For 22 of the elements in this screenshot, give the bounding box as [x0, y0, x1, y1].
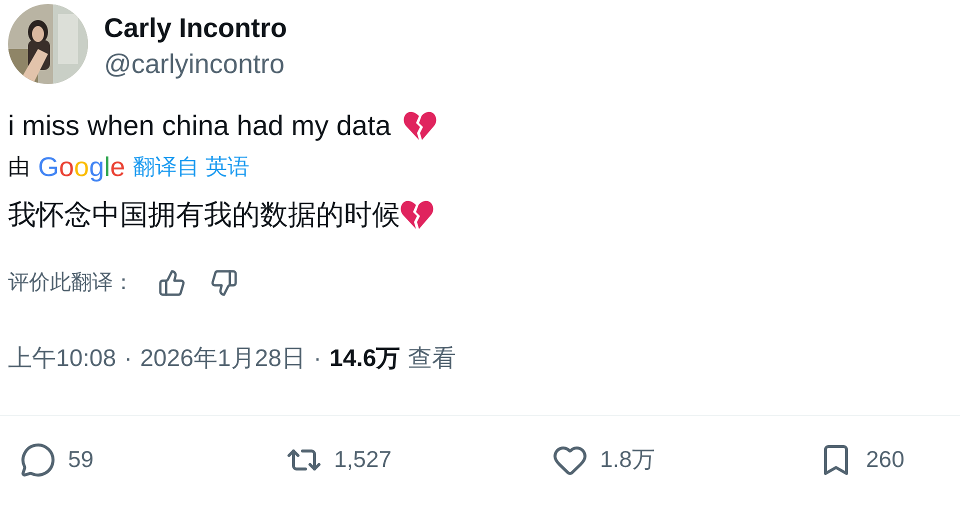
separator-dot: · — [314, 344, 322, 374]
translated-text: 我怀念中国拥有我的数据的时候 — [8, 198, 400, 232]
bookmark-count: 260 — [866, 445, 904, 474]
translation-by-label: 由 — [8, 153, 30, 181]
broken-heart-icon — [402, 110, 437, 142]
author-handle[interactable]: @carlyincontro — [104, 48, 288, 80]
reply-count: 59 — [68, 445, 94, 474]
separator-dot: · — [124, 344, 132, 374]
views-label: 查看 — [408, 344, 456, 374]
view-count: 14.6万 — [330, 344, 400, 374]
post-time[interactable]: 上午10:08 — [8, 340, 116, 376]
rate-translation-label: 评价此翻译： — [8, 270, 134, 296]
google-logo: Google — [38, 150, 126, 182]
like-count: 1.8万 — [600, 445, 655, 474]
thumbs-up-icon[interactable] — [158, 268, 186, 297]
reply-icon[interactable] — [20, 442, 56, 478]
post-date[interactable]: 2026年1月28日 — [140, 340, 306, 376]
tweet-text: i miss when china had my data — [8, 109, 391, 143]
thumbs-down-icon[interactable] — [210, 268, 238, 297]
author-name[interactable]: Carly Incontro — [104, 12, 288, 44]
broken-heart-icon — [400, 199, 434, 231]
repost-count: 1,527 — [334, 445, 392, 474]
